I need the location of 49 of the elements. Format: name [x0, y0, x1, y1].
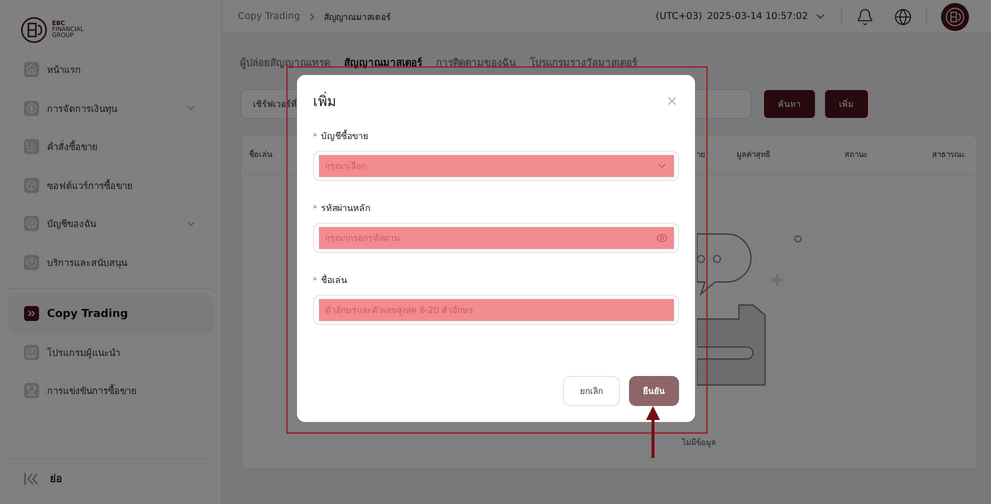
dollar-icon [24, 100, 39, 116]
sidebar-item[interactable]: ซอฟต์แวร์การซื้อขาย [8, 166, 213, 205]
sidebar-item[interactable]: การจัดการเงินทุน [8, 89, 213, 128]
add-button[interactable]: เพิ่ม [825, 90, 868, 118]
field-label: บัญชีซื้อขาย [321, 129, 368, 143]
required-mark: * [313, 132, 317, 140]
sidebar-item[interactable]: บริการและสนับสนุน [8, 243, 213, 282]
required-mark: * [313, 276, 317, 284]
sidebar-item[interactable]: การแข่งขันการซื้อขาย [8, 372, 213, 410]
empty-text: ไม่มีข้อมูล [682, 437, 716, 449]
sidebar-item[interactable]: บัญชีของฉัน [8, 204, 213, 244]
collapse-button[interactable]: ย่อ [0, 464, 221, 504]
close-button[interactable] [665, 94, 679, 108]
sidebar-item[interactable]: โปรแกรมผู้แนะนำ [8, 333, 213, 372]
notification-icon[interactable] [856, 8, 874, 26]
double-chevron-icon [24, 306, 39, 322]
sidebar-item[interactable]: Copy Trading [8, 294, 213, 334]
tab[interactable]: สัญญาณมาสเตอร์ [344, 54, 422, 70]
field-label: ชื่อเล่น [321, 273, 347, 287]
sidebar-item[interactable]: คำสั่งซื้อขาย [8, 128, 213, 166]
logo-icon [945, 6, 965, 26]
collapse-icon [24, 472, 38, 484]
column-header: มูลค่าสุทธิ [735, 149, 772, 161]
cancel-button[interactable]: ยกเลิก [563, 376, 620, 406]
pointer-arrow [646, 406, 660, 458]
help-icon [24, 254, 39, 270]
trophy-icon [24, 383, 39, 398]
datetime-text: 2025-03-14 10:57:02 [707, 11, 808, 22]
bar-chart-icon [24, 139, 39, 154]
search-button[interactable]: ค้นหา [764, 90, 815, 118]
dialog-title: เพิ่ม [313, 90, 336, 112]
field-label: รหัสผ่านหลัก [321, 203, 370, 215]
column-header: สาธารณะ [931, 149, 965, 161]
avatar[interactable] [941, 2, 969, 30]
timezone-text: (UTC+03) [656, 11, 702, 22]
home-icon [24, 62, 39, 78]
column-header: สถานะ [844, 149, 868, 161]
language-icon[interactable] [894, 8, 912, 26]
required-mark: * [313, 204, 317, 212]
breadcrumb-item: สัญญาณมาสเตอร์ [324, 12, 391, 24]
column-header: ชื่อเล่น [249, 148, 274, 161]
contact-card-icon [24, 344, 39, 360]
column-header: าย [696, 149, 706, 161]
sidebar-item[interactable]: หน้าแรก [8, 50, 213, 90]
logo-icon [20, 16, 48, 44]
breadcrumb-item[interactable]: Copy Trading [238, 11, 300, 22]
confirm-button[interactable]: ยืนยัน [629, 376, 679, 406]
user-icon [24, 216, 39, 232]
cube-icon [24, 178, 39, 193]
